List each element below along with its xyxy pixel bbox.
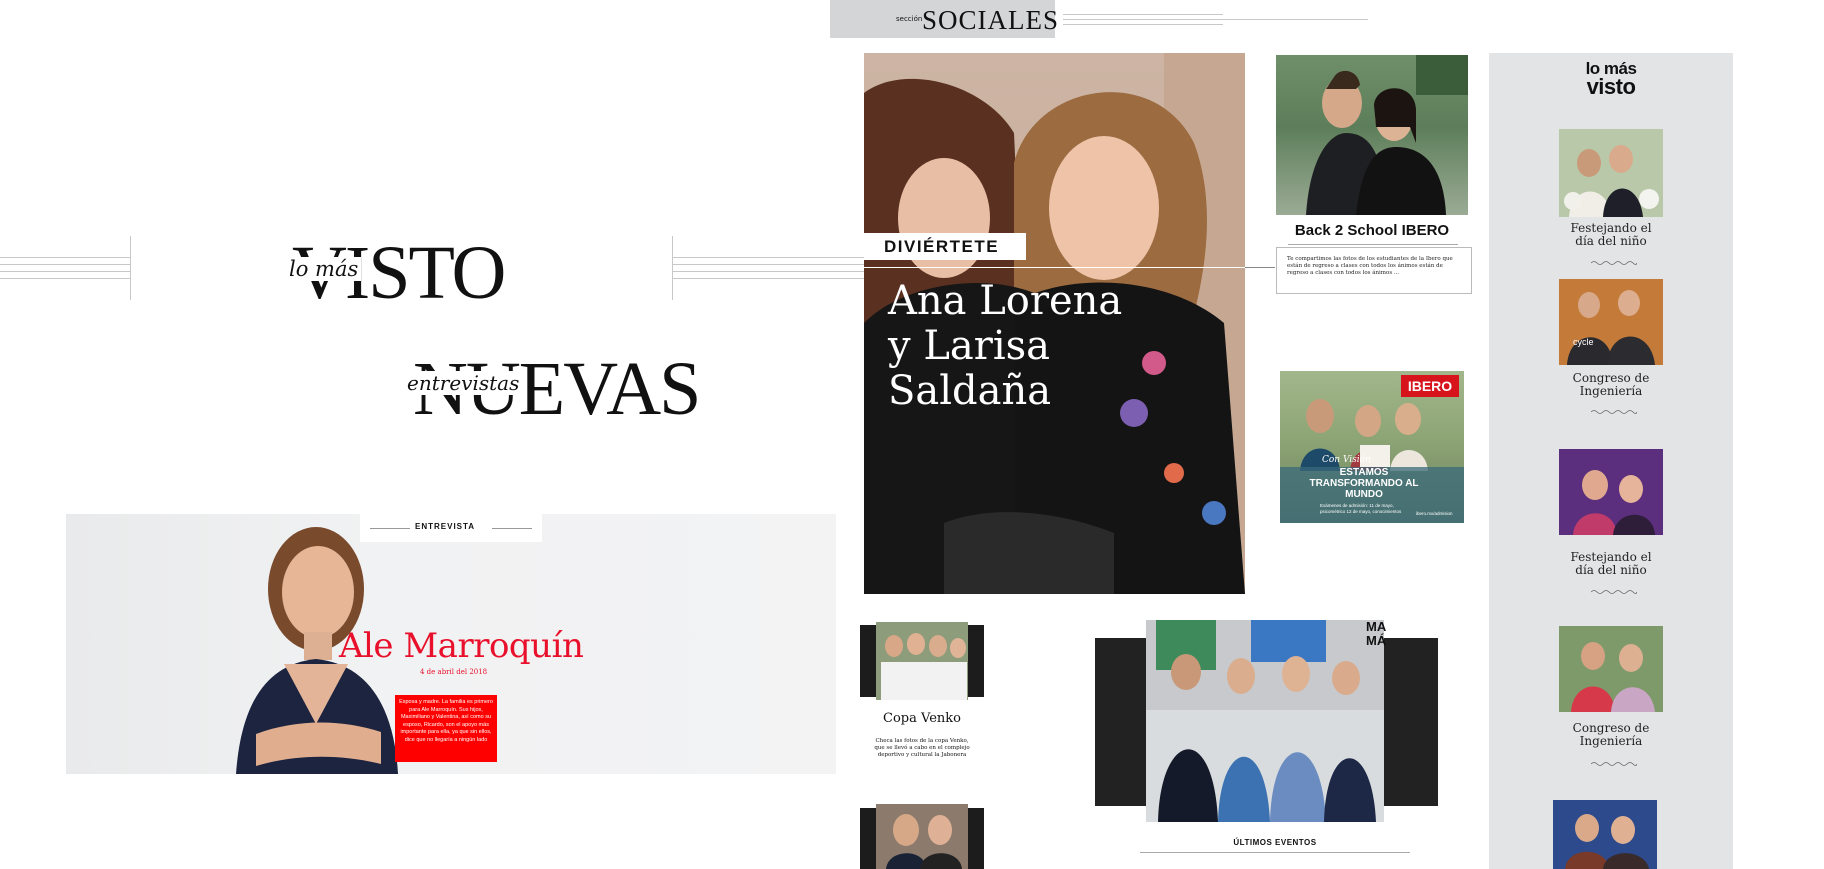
interview-banner[interactable]: ENTREVISTA Ale Marroquín 4 de abril del … (66, 514, 836, 774)
copa-title[interactable]: Copa Venko (860, 711, 984, 726)
feature-card[interactable]: DIVIÉRTETE Ana Lorena y Larisa Saldaña (864, 53, 1245, 594)
interview-excerpt: Esposa y madre. La familia es primero pa… (395, 695, 497, 762)
back2school-image (1306, 55, 1468, 215)
section-tab: sección SOCIALES (830, 0, 1058, 38)
ibero-logo: IBERO (1401, 375, 1459, 397)
feature-connector (1245, 267, 1275, 268)
visto-heading-small: lo más (286, 257, 362, 281)
sidebar-item-squiggle (1591, 762, 1637, 766)
copa2-image (886, 814, 962, 869)
ultimos-corner: MA MÁ (1366, 619, 1387, 648)
ibero-ad[interactable]: IBERO Con Visión ESTAMOS TRANSFORMANDO A… (1280, 371, 1464, 523)
nuevas-heading-small: entrevistas (405, 371, 522, 395)
ibero-small: Exámenes de admisión: 11 de mayo, psicom… (1320, 503, 1402, 514)
sidebar-item-title[interactable]: Festejando el día del niño (1561, 551, 1661, 577)
sidebar-item-image (1567, 290, 1655, 365)
copa2-photo[interactable] (876, 804, 968, 869)
copa-text: Checa las fotos de la copa Venko, que se… (874, 738, 970, 758)
feature-badge-rule (864, 267, 1245, 268)
copa-photo[interactable] (876, 622, 968, 700)
sidebar-item-thumb[interactable] (1553, 800, 1657, 869)
feature-badge-label: DIVIÉRTETE (884, 237, 1000, 256)
feature-title[interactable]: Ana Lorena y Larisa Saldaña (888, 279, 1122, 414)
ultimos-image (1146, 620, 1384, 822)
sidebar-logo: lo más visto (1489, 60, 1733, 99)
sidebar-item-image (1559, 449, 1663, 535)
ibero-headline: ESTAMOS TRANSFORMANDO AL MUNDO (1309, 467, 1419, 500)
sidebar-item-image (1565, 814, 1649, 869)
sidebar-item-squiggle (1591, 590, 1637, 594)
ultimos-rule (1140, 852, 1410, 853)
feature-title-line: Saldaña (888, 368, 1052, 414)
tab-rule (1063, 14, 1223, 15)
sidebar-item-squiggle (1591, 410, 1637, 414)
ibero-script: Con Visión (1322, 455, 1371, 465)
back2school-title[interactable]: Back 2 School IBERO (1276, 222, 1468, 239)
sidebar-item-thumb[interactable] (1559, 449, 1663, 535)
section-tab-small: sección (896, 15, 923, 23)
sidebar-logo-bottom: visto (1586, 74, 1636, 99)
interview-date: 4 de abril del 2018 (420, 668, 488, 676)
back2school-text: Te compartimos las fotos de los estudian… (1287, 256, 1453, 276)
feature-title-line: Ana Lorena (888, 278, 1123, 324)
interview-tag: ENTREVISTA (415, 522, 476, 531)
back2school-box: Te compartimos las fotos de los estudian… (1276, 247, 1472, 294)
sidebar-item-image (1571, 642, 1655, 712)
cycle-text: cycle (1573, 337, 1594, 347)
back2school-photo[interactable] (1276, 55, 1468, 215)
sidebar-item-title[interactable]: Festejando el día del niño (1561, 222, 1661, 248)
ibero-url: ibero.mx/admision (1416, 511, 1453, 516)
tab-rule (1063, 19, 1368, 20)
sidebar-item-title[interactable]: Congreso de Ingeniería (1561, 722, 1661, 748)
sidebar-item-title[interactable]: Congreso de Ingeniería (1561, 372, 1661, 398)
feature-badge: DIVIÉRTETE (864, 233, 1026, 260)
ultimos-photo[interactable] (1146, 620, 1384, 822)
ultimos-label: ÚLTIMOS EVENTOS (1233, 838, 1317, 847)
section-tab-title: SOCIALES (922, 5, 1060, 35)
sidebar-item-thumb[interactable] (1559, 129, 1663, 217)
interview-tag-box: ENTREVISTA (360, 514, 542, 542)
sidebar-item-thumb[interactable] (1559, 626, 1663, 712)
sidebar-item-squiggle (1591, 261, 1637, 265)
sidebar-lo-mas-visto: lo más visto Festejando el día del niño … (1489, 53, 1733, 869)
sidebar-item-image (1564, 145, 1659, 217)
copa-image (881, 633, 967, 700)
back2school-rule (1288, 244, 1458, 245)
tab-rule (1063, 24, 1223, 25)
feature-title-line: y Larisa (888, 323, 1051, 369)
interview-name[interactable]: Ale Marroquín (339, 626, 584, 666)
sidebar-item-thumb[interactable]: cycle (1559, 279, 1663, 365)
